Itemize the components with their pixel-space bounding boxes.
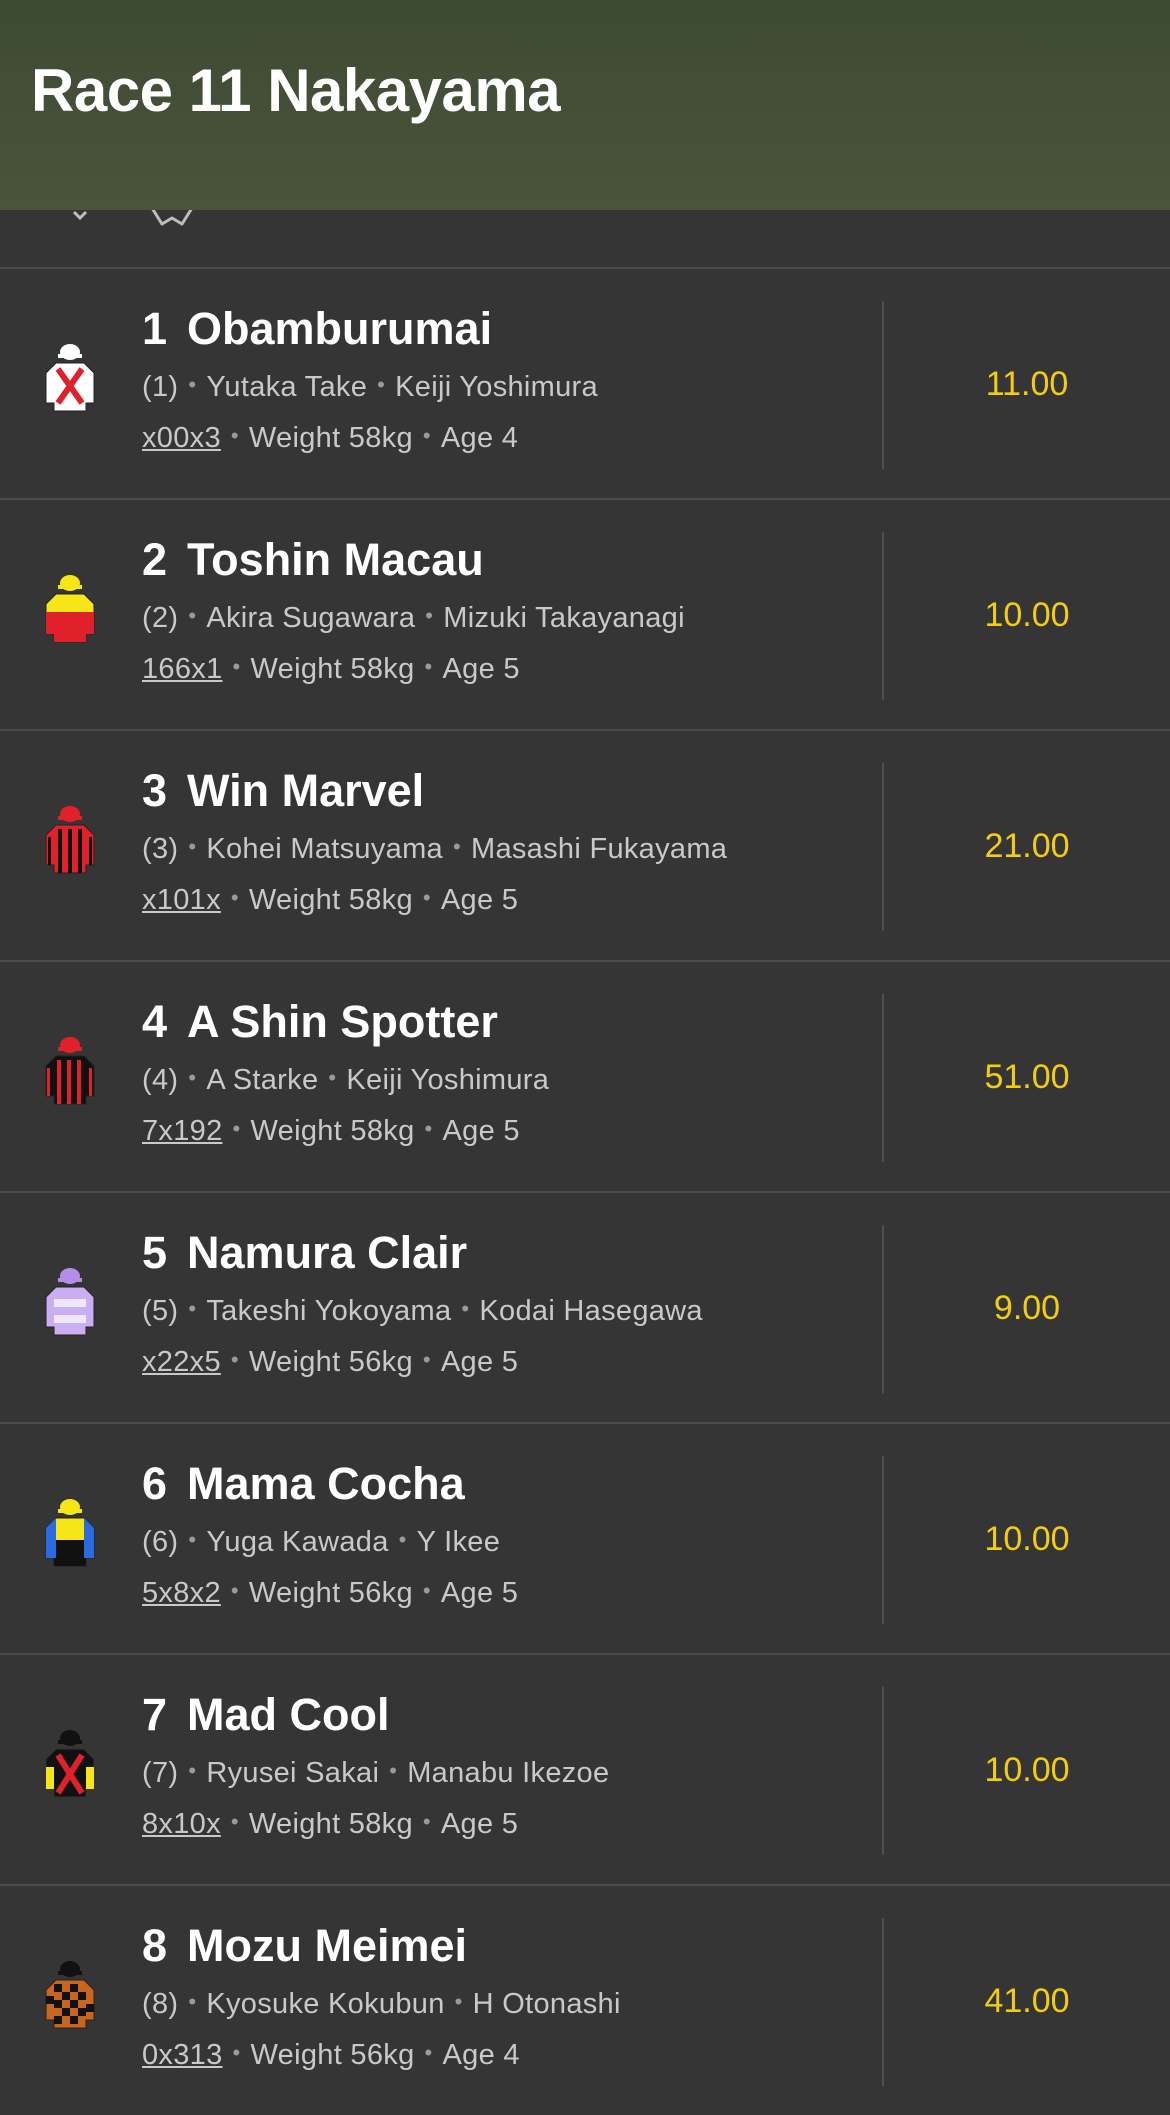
- runner-name: 3 Win Marvel: [142, 765, 425, 816]
- jockey-name: Yuga Kawada: [206, 1526, 389, 1558]
- runner-row[interactable]: 3 Win Marvel (3) • Kohei Matsuyama • Masashi …: [0, 731, 1170, 962]
- form-link[interactable]: 0x313: [142, 2039, 223, 2071]
- runner-stats: 5x8x2 • Weight 56kg • Age 5: [142, 1577, 519, 1609]
- runner-name: 5 Namura Clair: [142, 1227, 468, 1278]
- runner-name: 4A Shin Spotter: [142, 996, 498, 1047]
- trainer-name: Manabu Ikezoe: [407, 1757, 610, 1789]
- star-icon[interactable]: [148, 210, 196, 230]
- runner-details: (3) • Kohei Matsuyama • Masashi Fukayama: [142, 833, 728, 865]
- runner-details: (1) • Yutaka Take • Keiji Yoshimura: [142, 371, 598, 403]
- odds-button[interactable]: 10.00: [884, 596, 1170, 635]
- jockey-silk-icon: [45, 1268, 95, 1336]
- trainer-name: Keiji Yoshimura: [346, 1064, 550, 1096]
- runner-name: 6 Mama Cocha: [142, 1458, 465, 1509]
- jockey-name: Kohei Matsuyama: [206, 833, 443, 865]
- form-link[interactable]: 5x8x2: [142, 1577, 221, 1609]
- runner-name: 8 Mozu Meimei: [142, 1920, 468, 1971]
- runner-row[interactable]: 7 Mad Cool (7) • Ryusei Sakai • Manabu Ikezoe…: [0, 1655, 1170, 1886]
- form-link[interactable]: x101x: [142, 884, 221, 916]
- runner-row[interactable]: 5 Namura Clair (5) • Takeshi Yokoyama • Kodai…: [0, 1193, 1170, 1424]
- form-link[interactable]: x22x5: [142, 1346, 221, 1378]
- trainer-name: Mizuki Takayanagi: [443, 602, 685, 634]
- page-title: Race 11 Nakayama: [31, 57, 561, 124]
- odds-button[interactable]: 10.00: [884, 1751, 1170, 1790]
- runner-stats: x22x5 • Weight 56kg • Age 5: [142, 1346, 519, 1378]
- runner-row[interactable]: 2 Toshin Macau (2) • Akira Sugawara • Mizuki …: [0, 500, 1170, 731]
- odds-button[interactable]: 9.00: [884, 1289, 1170, 1328]
- runner-row[interactable]: 6 Mama Cocha (6) • Yuga Kawada • Y Ikee 5x8x2…: [0, 1424, 1170, 1655]
- runner-name: 1 Obamburumai: [142, 303, 493, 354]
- runner-stats: 0x313 • Weight 56kg • Age 4: [142, 2039, 520, 2071]
- jockey-name: Kyosuke Kokubun: [206, 1988, 445, 2020]
- runner-list: 1 Obamburumai (1) • Yutaka Take • Keiji Yoshi…: [0, 269, 1170, 2115]
- runner-details: (8) • Kyosuke Kokubun • H Otonashi: [142, 1988, 621, 2020]
- runner-row[interactable]: 8 Mozu Meimei (8) • Kyosuke Kokubun • H Otona…: [0, 1886, 1170, 2115]
- form-link[interactable]: x00x3: [142, 422, 221, 454]
- jockey-name: Ryusei Sakai: [206, 1757, 380, 1789]
- runner-row[interactable]: 4A Shin Spotter (4) • A Starke • Keiji Yoshi…: [0, 962, 1170, 1193]
- runner-row[interactable]: 1 Obamburumai (1) • Yutaka Take • Keiji Yoshi…: [0, 269, 1170, 500]
- header-bar: Race 11 Nakayama: [0, 0, 1170, 210]
- runner-name: 2 Toshin Macau: [142, 534, 484, 585]
- jockey-silk-icon: [45, 575, 95, 643]
- runner-details: (4) • A Starke • Keiji Yoshimura: [142, 1064, 550, 1096]
- jockey-silk-icon: [45, 1961, 95, 2029]
- jockey-name: Takeshi Yokoyama: [206, 1295, 452, 1327]
- runner-details: (7) • Ryusei Sakai • Manabu Ikezoe: [142, 1757, 610, 1789]
- runner-details: (2) • Akira Sugawara • Mizuki Takayanagi: [142, 602, 685, 634]
- runner-details: (6) • Yuga Kawada • Y Ikee: [142, 1526, 501, 1558]
- trainer-name: Y Ikee: [416, 1526, 501, 1558]
- odds-button[interactable]: 51.00: [884, 1058, 1170, 1097]
- runner-stats: 7x192 • Weight 58kg • Age 5: [142, 1115, 520, 1147]
- form-link[interactable]: 7x192: [142, 1115, 223, 1147]
- jockey-silk-icon: [45, 806, 95, 874]
- trainer-name: H Otonashi: [472, 1988, 621, 2020]
- filter-bar: [0, 210, 1170, 269]
- jockey-silk-icon: [45, 1037, 95, 1105]
- form-link[interactable]: 166x1: [142, 653, 223, 685]
- trainer-name: Kodai Hasegawa: [479, 1295, 703, 1327]
- odds-button[interactable]: 41.00: [884, 1982, 1170, 2021]
- jockey-name: Yutaka Take: [206, 371, 368, 403]
- odds-button[interactable]: 10.00: [884, 1520, 1170, 1559]
- runner-stats: 166x1 • Weight 58kg • Age 5: [142, 653, 520, 685]
- sort-chevron-icon[interactable]: [70, 210, 90, 226]
- runner-stats: x101x • Weight 58kg • Age 5: [142, 884, 519, 916]
- runner-details: (5) • Takeshi Yokoyama • Kodai Hasegawa: [142, 1295, 703, 1327]
- jockey-name: A Starke: [206, 1064, 319, 1096]
- trainer-name: Masashi Fukayama: [471, 833, 728, 865]
- odds-button[interactable]: 21.00: [884, 827, 1170, 866]
- jockey-silk-icon: [45, 344, 95, 412]
- trainer-name: Keiji Yoshimura: [395, 371, 598, 403]
- form-link[interactable]: 8x10x: [142, 1808, 221, 1840]
- jockey-silk-icon: [45, 1730, 95, 1798]
- jockey-name: Akira Sugawara: [206, 602, 416, 634]
- runner-name: 7 Mad Cool: [142, 1689, 390, 1740]
- jockey-silk-icon: [45, 1499, 95, 1567]
- runner-stats: x00x3 • Weight 58kg • Age 4: [142, 422, 519, 454]
- runner-stats: 8x10x • Weight 58kg • Age 5: [142, 1808, 519, 1840]
- odds-button[interactable]: 11.00: [884, 365, 1170, 404]
